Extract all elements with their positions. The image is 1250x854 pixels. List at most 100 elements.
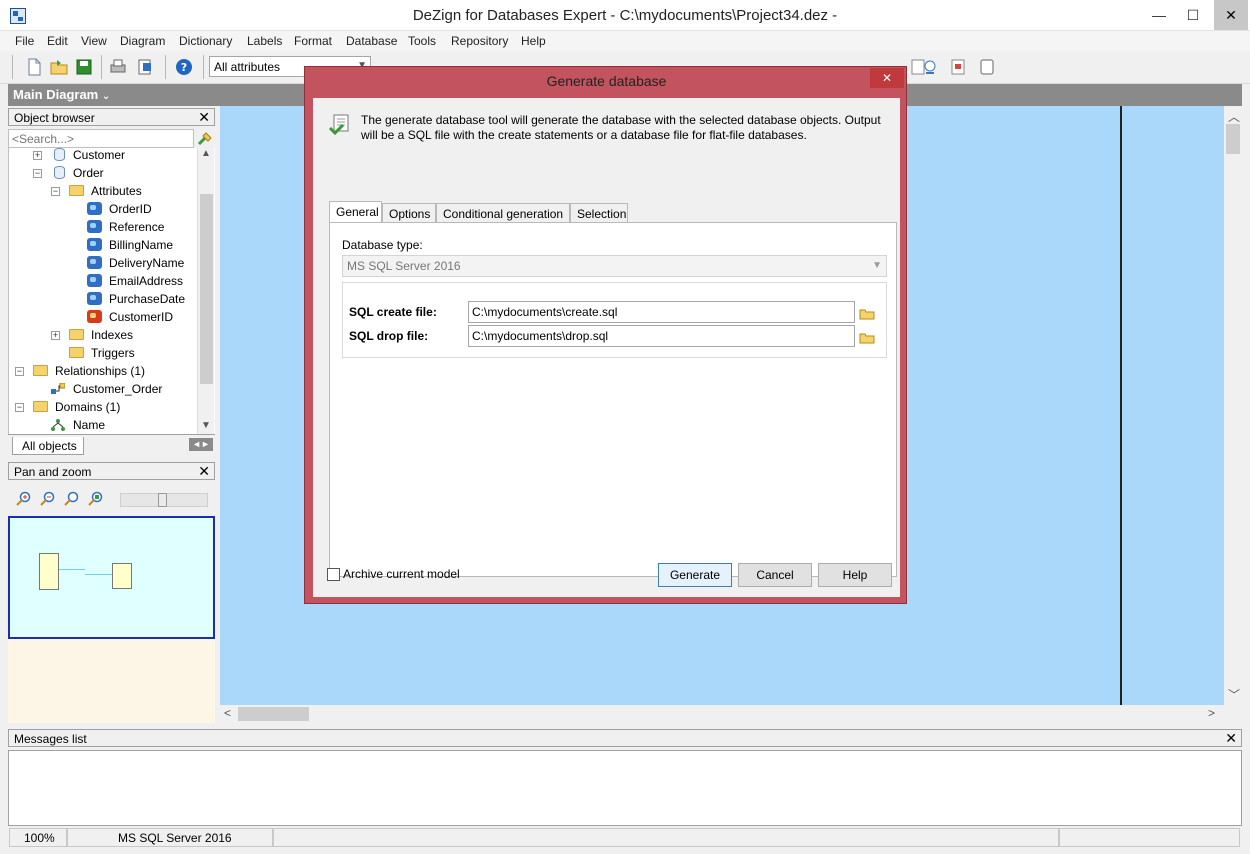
tree-item-triggers[interactable]: Triggers: [9, 344, 199, 362]
menu-tools[interactable]: Tools: [408, 34, 436, 48]
scroll-left-icon[interactable]: <: [224, 706, 231, 720]
menu-dictionary[interactable]: Dictionary: [179, 34, 232, 48]
tree-item-emailaddress[interactable]: EmailAddress: [9, 272, 199, 290]
tab-label: Selection: [577, 207, 627, 221]
archive-model-checkbox[interactable]: [327, 568, 340, 581]
menu-help[interactable]: Help: [521, 34, 546, 48]
new-file-icon[interactable]: [24, 57, 44, 77]
tree-item-customer[interactable]: + Customer: [9, 148, 199, 164]
collapse-icon[interactable]: −: [15, 403, 24, 412]
scrollbar-thumb[interactable]: [200, 194, 213, 384]
close-window-button[interactable]: ✕: [1214, 0, 1248, 30]
folder-icon: [69, 329, 84, 340]
tree-item-relationships[interactable]: − Relationships (1): [9, 362, 199, 380]
close-icon[interactable]: ✕: [198, 109, 210, 126]
tree-item-domains[interactable]: − Domains (1): [9, 398, 199, 416]
sql-create-file-field[interactable]: [468, 301, 855, 323]
collapse-icon[interactable]: −: [33, 169, 42, 178]
search-input[interactable]: [12, 131, 192, 147]
tab-all-objects[interactable]: All objects: [12, 437, 84, 455]
scrollbar-thumb[interactable]: [1226, 124, 1240, 154]
title-bar: DeZign for Databases Expert - C:\mydocum…: [0, 0, 1250, 31]
horizontal-scrollbar[interactable]: < >: [220, 705, 1224, 723]
collapse-icon[interactable]: −: [15, 367, 24, 376]
messages-list[interactable]: [8, 750, 1242, 826]
zoom-actual-icon[interactable]: [88, 491, 104, 507]
zoom-in-icon[interactable]: [16, 491, 32, 507]
image-icon[interactable]: [948, 57, 968, 77]
tree-item-purchasedate[interactable]: PurchaseDate: [9, 290, 199, 308]
menu-repository[interactable]: Repository: [451, 34, 508, 48]
maximize-button[interactable]: ☐: [1176, 0, 1210, 30]
note-icon[interactable]: [977, 57, 997, 77]
menu-labels[interactable]: Labels: [247, 34, 282, 48]
scroll-up-icon[interactable]: ▲: [201, 148, 211, 159]
zoom-fit-icon[interactable]: [64, 491, 80, 507]
cancel-button[interactable]: Cancel: [738, 563, 812, 587]
tree-item-indexes[interactable]: + Indexes: [9, 326, 199, 344]
tab-navigation-arrows[interactable]: ◄►: [189, 438, 213, 451]
sql-create-file-input[interactable]: [472, 303, 852, 321]
expand-icon[interactable]: +: [33, 151, 42, 160]
dialog-close-button[interactable]: ✕: [870, 68, 904, 88]
tree-item-deliveryname[interactable]: DeliveryName: [9, 254, 199, 272]
print-preview-icon[interactable]: [135, 57, 155, 77]
minimize-button[interactable]: —: [1142, 0, 1176, 30]
object-search-field[interactable]: [8, 129, 194, 148]
help-icon[interactable]: ?: [174, 57, 194, 77]
generate-button[interactable]: Generate: [658, 563, 732, 587]
scroll-down-icon[interactable]: ﹀: [1228, 686, 1240, 703]
tree-item-label: DeliveryName: [109, 256, 185, 270]
browse-folder-icon[interactable]: [859, 308, 875, 320]
tab-selection[interactable]: Selection: [570, 203, 628, 224]
tab-general[interactable]: General: [329, 201, 382, 224]
expand-icon[interactable]: +: [51, 331, 60, 340]
tree-item-orderid[interactable]: OrderID: [9, 200, 199, 218]
vertical-scrollbar[interactable]: ︿ ﹀: [1224, 106, 1242, 705]
open-folder-icon[interactable]: [49, 57, 69, 77]
print-icon[interactable]: [108, 57, 128, 77]
sql-drop-file-field[interactable]: [468, 325, 855, 347]
menu-diagram[interactable]: Diagram: [120, 34, 165, 48]
help-button[interactable]: Help: [818, 563, 892, 587]
zoom-slider[interactable]: [120, 493, 208, 507]
tree-item-label: Order: [73, 166, 104, 180]
archive-model-label[interactable]: Archive current model: [343, 567, 460, 581]
scrollbar-thumb[interactable]: [238, 707, 309, 721]
close-icon[interactable]: ✕: [198, 463, 210, 480]
scroll-down-icon[interactable]: ▼: [201, 420, 211, 431]
tab-label: Conditional generation: [443, 207, 564, 221]
menu-format[interactable]: Format: [294, 34, 332, 48]
collapse-icon[interactable]: −: [51, 187, 60, 196]
menu-file[interactable]: File: [15, 34, 34, 48]
tree-item-order[interactable]: − Order: [9, 164, 199, 182]
browse-folder-icon[interactable]: [859, 332, 875, 344]
tree-item-name[interactable]: Name: [9, 416, 199, 434]
filter-icon[interactable]: [196, 130, 214, 148]
database-type-select[interactable]: MS SQL Server 2016 ▼: [342, 255, 887, 277]
close-icon[interactable]: ✕: [1225, 730, 1237, 747]
menu-database[interactable]: Database: [346, 34, 397, 48]
tree-scrollbar[interactable]: ▲ ▼: [197, 148, 214, 434]
tab-options[interactable]: Options: [382, 203, 436, 224]
tree-item-billingname[interactable]: BillingName: [9, 236, 199, 254]
tree-item-attributes[interactable]: − Attributes: [9, 182, 199, 200]
scroll-right-icon[interactable]: >: [1208, 706, 1215, 720]
menu-edit[interactable]: Edit: [47, 34, 68, 48]
tab-conditional-generation[interactable]: Conditional generation: [436, 203, 570, 224]
sql-drop-file-input[interactable]: [472, 327, 852, 345]
pan-zoom-preview[interactable]: [8, 516, 215, 639]
tree-item-reference[interactable]: Reference: [9, 218, 199, 236]
zoom-out-icon[interactable]: [40, 491, 56, 507]
chevron-down-icon: ▼: [872, 260, 882, 271]
scroll-up-icon[interactable]: ︿: [1228, 108, 1240, 125]
tree-item-customerid[interactable]: CustomerID: [9, 308, 199, 326]
save-icon[interactable]: [74, 57, 94, 77]
globe-icon[interactable]: [920, 57, 940, 77]
zoom-slider-handle[interactable]: [158, 493, 167, 507]
folder-icon: [69, 347, 84, 358]
tree-item-customer-order[interactable]: Customer_Order: [9, 380, 199, 398]
menu-view[interactable]: View: [81, 34, 107, 48]
object-tree[interactable]: + Customer − Order − Attributes OrderID …: [8, 148, 215, 434]
chevron-down-icon[interactable]: ⌄: [102, 91, 110, 102]
